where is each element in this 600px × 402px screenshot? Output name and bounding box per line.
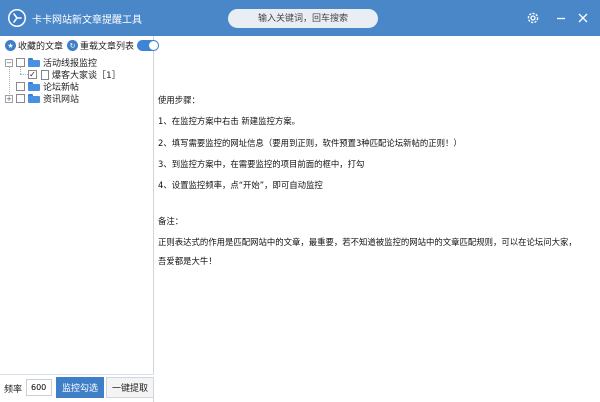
- instruction-step: 2、填写需要监控的网址信息（要用到正则，软件预置3种匹配论坛新帖的正则！）: [158, 138, 462, 148]
- app-title: 卡卡网站新文章提醒工具: [32, 15, 142, 26]
- checkbox[interactable]: [16, 94, 25, 103]
- app-logo-icon: [8, 9, 26, 27]
- close-icon[interactable]: [574, 9, 592, 27]
- monitor-checked-button[interactable]: 监控勾选: [56, 377, 104, 398]
- document-icon: [41, 69, 49, 80]
- frequency-label: 频率: [4, 385, 23, 395]
- note-text: 吾爱都是大牛！: [158, 256, 217, 266]
- instructions-panel: 使用步骤： 1、在监控方案中右击 新建监控方案。 2、填写需要监控的网址信息（要…: [158, 36, 598, 402]
- sidebar-toolbar: ★ 收藏的文章 ↻ 重载文章列表: [0, 38, 159, 54]
- checkbox[interactable]: ✓: [28, 70, 37, 79]
- bottom-bar: 频率 监控勾选 一键提取: [0, 374, 154, 398]
- expand-icon[interactable]: +: [5, 94, 13, 103]
- reload-label: 重载文章列表: [80, 42, 135, 52]
- favorites-label: 收藏的文章: [18, 42, 64, 52]
- folder-icon: [28, 94, 40, 103]
- note-heading: 备注：: [158, 216, 184, 226]
- instruction-heading: 使用步骤：: [158, 95, 200, 105]
- reload-icon: ↻: [67, 40, 78, 51]
- one-click-extract-button[interactable]: 一键提取: [106, 377, 154, 398]
- settings-gear-icon[interactable]: [524, 9, 542, 27]
- tree-connector: [20, 74, 28, 75]
- minimize-icon[interactable]: [552, 9, 570, 27]
- search-input[interactable]: [228, 9, 378, 28]
- checkbox[interactable]: [16, 82, 25, 91]
- folder-icon: [28, 58, 40, 67]
- sidebar: ★ 收藏的文章 ↻ 重载文章列表 − 活动线报监控 ✓ 爆客大家谈［1］ 论坛新…: [0, 36, 159, 402]
- collapse-icon[interactable]: −: [5, 58, 13, 67]
- tree-node-news[interactable]: + 资讯网站: [5, 92, 79, 105]
- tree-node-label: 资讯网站: [43, 95, 80, 105]
- instruction-step: 4、设置监控频率，点“开始”，即可自动监控: [158, 180, 323, 190]
- instruction-step: 3、到监控方案中，在需要监控的项目前面的框中，打勾: [158, 159, 365, 169]
- folder-icon: [28, 82, 40, 91]
- favorites-button[interactable]: ★ 收藏的文章: [5, 39, 63, 52]
- checkbox[interactable]: [16, 58, 25, 67]
- note-text: 正则表达式的作用是匹配网站中的文章，最重要，若不知道被监控的网站中的文章匹配规则…: [158, 237, 577, 247]
- star-icon: ★: [5, 40, 16, 51]
- reload-button[interactable]: ↻ 重载文章列表: [67, 39, 134, 52]
- title-bar: 卡卡网站新文章提醒工具: [0, 0, 600, 36]
- frequency-input[interactable]: [26, 379, 52, 396]
- toggle-switch[interactable]: [137, 40, 159, 51]
- instruction-step: 1、在监控方案中右击 新建监控方案。: [158, 116, 300, 126]
